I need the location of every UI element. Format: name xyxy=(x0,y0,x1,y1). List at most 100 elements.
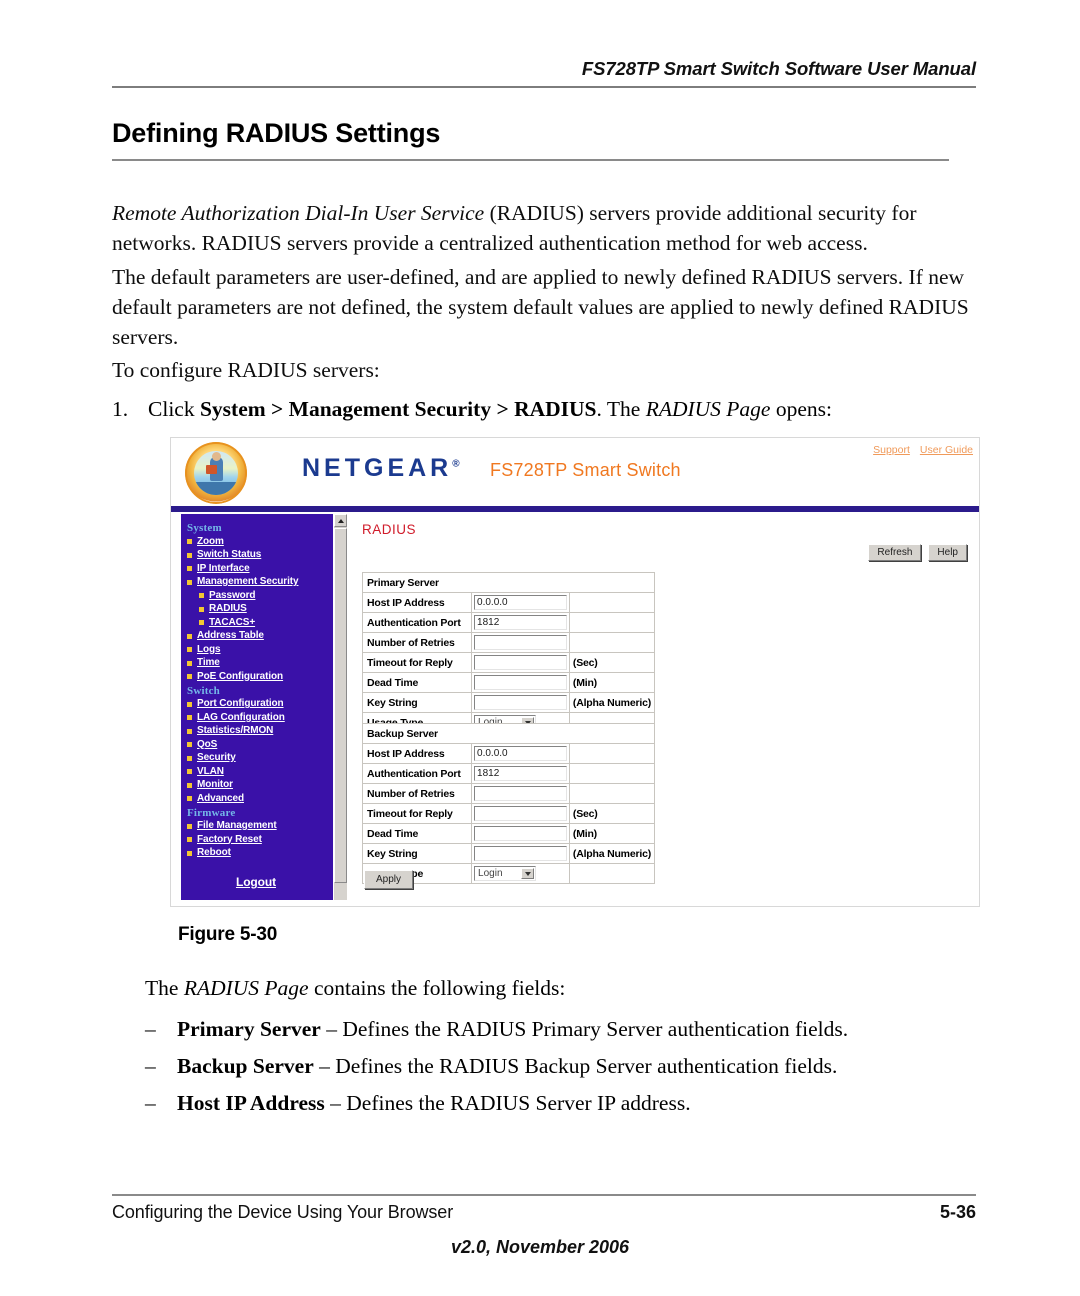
table-row: Authentication Port xyxy=(361,612,656,633)
field-cell xyxy=(471,672,570,693)
bullet-icon xyxy=(187,823,192,829)
bullet-icon xyxy=(187,796,192,801)
sidebar-item-tacacs[interactable]: TACACS+ xyxy=(187,617,333,629)
field-label: Key String xyxy=(361,692,473,713)
field-unit: (Alpha Numeric) xyxy=(568,692,656,713)
sidebar-item-switch-status[interactable]: Switch Status xyxy=(187,549,333,561)
apply-button[interactable]: Apply xyxy=(364,870,414,889)
field-unit xyxy=(568,763,656,784)
sidebar-item-logs[interactable]: Logs xyxy=(187,644,333,656)
sidebar-item-monitor[interactable]: Monitor xyxy=(187,779,333,791)
primary-dead-time-input[interactable] xyxy=(474,675,567,690)
bullet-icon xyxy=(187,647,192,652)
sidebar-item-label: Logs xyxy=(197,643,221,655)
header-rule xyxy=(112,86,976,88)
page-title: Defining RADIUS Settings xyxy=(112,118,441,148)
primary-timeout-input[interactable] xyxy=(474,655,567,670)
sidebar-item-factory-reset[interactable]: Factory Reset xyxy=(187,834,333,846)
sidebar-item-zoom[interactable]: Zoom xyxy=(187,536,333,548)
sidebar-item-label: Time xyxy=(197,657,220,668)
sidebar-item-port-configuration[interactable]: Port Configuration xyxy=(187,698,333,710)
sidebar-item-radius[interactable]: RADIUS xyxy=(187,603,333,615)
field-unit: (Min) xyxy=(568,672,656,693)
sidebar-item-address-table[interactable]: Address Table xyxy=(187,630,333,642)
navigation-sidebar: System Zoom Switch Status IP Interface M… xyxy=(181,514,333,900)
content-page-title: RADIUS xyxy=(362,522,417,537)
sidebar-item-ip-interface[interactable]: IP Interface xyxy=(187,563,333,575)
step-text: Click System > Management Security > RAD… xyxy=(148,394,984,424)
bullet-icon xyxy=(199,620,204,625)
sidebar-item-reboot[interactable]: Reboot xyxy=(187,847,333,859)
sidebar-scrollbar[interactable] xyxy=(333,514,347,900)
sidebar-item-time[interactable]: Time xyxy=(187,657,333,669)
radius-page-screenshot: NETGEAR® FS728TP Smart Switch Support Use… xyxy=(170,437,980,907)
sidebar-item-vlan[interactable]: VLAN xyxy=(187,766,333,778)
backup-usage-type-select[interactable]: Login xyxy=(474,866,537,881)
fields-intro-page-name: RADIUS Page xyxy=(183,976,309,1000)
table-row: Authentication Port xyxy=(361,763,656,784)
logout-link[interactable]: Logout xyxy=(236,875,276,889)
help-button[interactable]: Help xyxy=(928,544,967,561)
backup-auth-port-input[interactable] xyxy=(474,766,567,781)
list-item-desc: – Defines the RADIUS Backup Server authe… xyxy=(313,1054,838,1078)
toolbar-buttons: Refresh Help xyxy=(868,544,967,561)
step-post: opens: xyxy=(770,397,832,421)
bullet-icon xyxy=(187,837,192,842)
primary-key-string-input[interactable] xyxy=(474,695,567,710)
field-label: Authentication Port xyxy=(361,763,473,784)
sidebar-item-password[interactable]: Password xyxy=(187,590,333,602)
support-link[interactable]: Support xyxy=(873,444,910,456)
header-accent-bar xyxy=(171,506,979,512)
chevron-up-icon xyxy=(337,518,344,523)
primary-auth-port-input[interactable] xyxy=(474,615,567,630)
logout-container: Logout xyxy=(187,875,333,889)
sidebar-item-poe-configuration[interactable]: PoE Configuration xyxy=(187,671,333,683)
backup-host-ip-input[interactable] xyxy=(474,746,567,761)
heading-rule xyxy=(112,159,949,161)
sidebar-item-management-security[interactable]: Management Security xyxy=(187,576,333,588)
list-item-desc: – Defines the RADIUS Primary Server auth… xyxy=(320,1017,849,1041)
field-unit: (Alpha Numeric) xyxy=(568,843,656,864)
field-label: Dead Time xyxy=(361,672,473,693)
sidebar-item-qos[interactable]: QoS xyxy=(187,739,333,751)
sidebar-item-file-management[interactable]: File Management xyxy=(187,820,333,832)
backup-server-table: Backup Server Host IP Address Authentica… xyxy=(361,723,656,884)
primary-server-table: Primary Server Host IP Address Authentic… xyxy=(361,572,656,733)
step-menu-path: System > Management Security > RADIUS xyxy=(199,397,597,421)
user-guide-link[interactable]: User Guide xyxy=(920,444,973,456)
list-item-text: Primary Server – Defines the RADIUS Prim… xyxy=(177,1014,990,1044)
sidebar-item-lag-configuration[interactable]: LAG Configuration xyxy=(187,712,333,724)
refresh-button[interactable]: Refresh xyxy=(868,544,922,561)
primary-host-ip-input[interactable] xyxy=(474,595,567,610)
backup-retries-input[interactable] xyxy=(474,786,567,801)
field-cell xyxy=(471,592,570,613)
bullet-icon xyxy=(187,701,192,707)
field-cell xyxy=(471,783,570,804)
scroll-up-button[interactable] xyxy=(334,514,347,527)
primary-server-label: Primary Server xyxy=(362,572,655,593)
field-cell xyxy=(471,652,570,673)
sidebar-item-label: VLAN xyxy=(197,765,224,777)
app-header: NETGEAR® FS728TP Smart Switch Support Use… xyxy=(171,438,979,506)
sidebar-item-advanced[interactable]: Advanced xyxy=(187,793,333,805)
bullet-icon xyxy=(187,552,192,558)
bullet-icon xyxy=(187,579,192,585)
bullet-icon xyxy=(187,755,192,761)
bullet-icon xyxy=(187,660,192,666)
backup-key-string-input[interactable] xyxy=(474,846,567,861)
sidebar-item-security[interactable]: Security xyxy=(187,752,333,764)
scrollbar-thumb[interactable] xyxy=(334,528,347,883)
primary-retries-input[interactable] xyxy=(474,635,567,650)
sidebar-item-label: PoE Configuration xyxy=(197,670,284,682)
sidebar-item-label: Zoom xyxy=(197,535,224,547)
backup-dead-time-input[interactable] xyxy=(474,826,567,841)
table-row: Timeout for Reply (Sec) xyxy=(361,652,656,673)
sidebar-item-label: File Management xyxy=(197,820,277,831)
backup-timeout-input[interactable] xyxy=(474,806,567,821)
field-unit xyxy=(568,783,656,804)
field-unit xyxy=(568,863,656,884)
bullet-icon xyxy=(187,715,192,720)
figure-caption: Figure 5-30 xyxy=(178,924,278,945)
field-label: Host IP Address xyxy=(361,743,473,764)
sidebar-item-statistics-rmon[interactable]: Statistics/RMON xyxy=(187,725,333,737)
